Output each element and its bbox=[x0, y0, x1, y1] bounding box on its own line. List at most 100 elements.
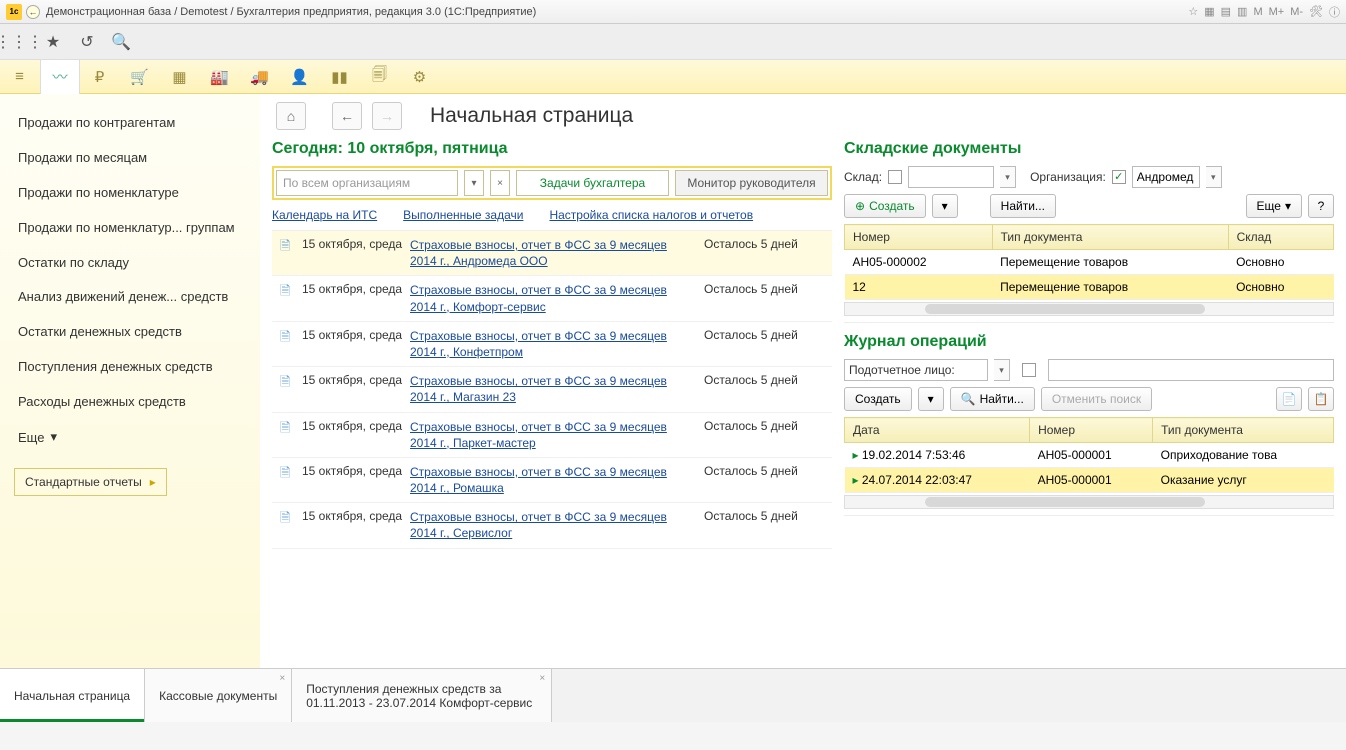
task-row[interactable]: 🗎15 октября, средаСтраховые взносы, отче… bbox=[272, 231, 832, 276]
section-docs-icon[interactable]: 🗐 bbox=[360, 60, 400, 94]
task-date: 15 октября, среда bbox=[302, 237, 410, 269]
org-clear-button[interactable]: × bbox=[490, 170, 510, 196]
journal-cancel-search-button[interactable]: Отменить поиск bbox=[1041, 387, 1152, 411]
task-link[interactable]: Страховые взносы, отчет в ФСС за 9 месяц… bbox=[410, 282, 704, 314]
tool-icon-1[interactable]: ▦ bbox=[1204, 5, 1214, 18]
sidebar-item-0[interactable]: Продажи по контрагентам bbox=[14, 106, 246, 141]
journal-create-dd[interactable]: ▾ bbox=[918, 387, 944, 411]
org-select[interactable]: По всем организациям bbox=[276, 170, 458, 196]
section-person-icon[interactable]: 👤 bbox=[280, 60, 320, 94]
warehouse-dd-icon[interactable]: ▾ bbox=[1000, 166, 1016, 188]
task-row[interactable]: 🗎15 октября, средаСтраховые взносы, отче… bbox=[272, 503, 832, 548]
section-gear-icon[interactable]: ⚙ bbox=[400, 60, 440, 94]
link-completed-tasks[interactable]: Выполненные задачи bbox=[403, 208, 523, 222]
memory-m[interactable]: M bbox=[1253, 6, 1262, 18]
sidebar-item-6[interactable]: Остатки денежных средств bbox=[14, 315, 246, 350]
warehouse-input[interactable] bbox=[908, 166, 994, 188]
task-link[interactable]: Страховые взносы, отчет в ФСС за 9 месяц… bbox=[410, 419, 704, 451]
favorite-star-icon[interactable]: ★ bbox=[44, 33, 62, 51]
table-row[interactable]: АН05-000002Перемещение товаровОсновно bbox=[845, 250, 1334, 275]
col-doctype[interactable]: Тип документа bbox=[992, 225, 1228, 250]
sidebar-item-5[interactable]: Анализ движений денеж... средств bbox=[14, 280, 246, 315]
sidebar-more[interactable]: Еще▾ bbox=[14, 420, 246, 454]
table-row[interactable]: ▸ 19.02.2014 7:53:46АН05-000001Оприходов… bbox=[845, 443, 1334, 468]
task-link[interactable]: Страховые взносы, отчет в ФСС за 9 месяц… bbox=[410, 464, 704, 496]
section-bars-icon[interactable]: ▮▮ bbox=[320, 60, 360, 94]
wrench-icon[interactable]: 🛠 bbox=[1309, 5, 1323, 18]
col-warehouse[interactable]: Склад bbox=[1228, 225, 1333, 250]
sidebar-item-3[interactable]: Продажи по номенклатур... группам bbox=[14, 211, 246, 246]
calculator-icon[interactable]: ▥ bbox=[1237, 5, 1247, 18]
warehouse-find-button[interactable]: Найти... bbox=[990, 194, 1056, 218]
table-row[interactable]: 12Перемещение товаровОсновно bbox=[845, 275, 1334, 300]
section-factory-icon[interactable]: 🏭 bbox=[200, 60, 240, 94]
section-truck-icon[interactable]: 🚚 bbox=[240, 60, 280, 94]
task-link[interactable]: Страховые взносы, отчет в ФСС за 9 месяц… bbox=[410, 509, 704, 541]
section-menu-icon[interactable]: ≡ bbox=[0, 60, 40, 94]
bottom-tab-1[interactable]: Кассовые документы× bbox=[145, 669, 292, 722]
col-jdoctype[interactable]: Тип документа bbox=[1153, 418, 1334, 443]
history-icon[interactable]: ↺ bbox=[78, 33, 96, 51]
sidebar-item-7[interactable]: Поступления денежных средств bbox=[14, 350, 246, 385]
chevron-right-icon: ▸ bbox=[150, 475, 156, 489]
search-icon[interactable]: 🔍 bbox=[112, 33, 130, 51]
warehouse-create-dd[interactable]: ▾ bbox=[932, 194, 958, 218]
link-tax-settings[interactable]: Настройка списка налогов и отчетов bbox=[549, 208, 753, 222]
warehouse-hscroll[interactable] bbox=[844, 302, 1334, 316]
warehouse-create-button[interactable]: ⊕Создать bbox=[844, 194, 926, 218]
journal-create-button[interactable]: Создать bbox=[844, 387, 912, 411]
close-icon[interactable]: × bbox=[279, 673, 285, 684]
journal-person-input[interactable] bbox=[1048, 359, 1334, 381]
standard-reports-button[interactable]: Стандартные отчеты▸ bbox=[14, 468, 167, 496]
forward-button[interactable]: → bbox=[372, 102, 402, 130]
close-icon[interactable]: × bbox=[539, 673, 545, 684]
section-grid-icon[interactable]: ▦ bbox=[160, 60, 200, 94]
warehouse-help-button[interactable]: ? bbox=[1308, 194, 1334, 218]
journal-action2-icon[interactable]: 📋 bbox=[1308, 387, 1334, 411]
star-icon[interactable]: ☆ bbox=[1188, 5, 1198, 18]
apps-grid-icon[interactable]: ⋮⋮⋮ bbox=[10, 33, 28, 51]
nav-back-icon[interactable]: ← bbox=[26, 5, 40, 19]
memory-mminus[interactable]: M- bbox=[1290, 6, 1303, 18]
section-chart-icon[interactable]: 〰 bbox=[40, 60, 80, 94]
organization-dd-icon[interactable]: ▾ bbox=[1206, 166, 1222, 188]
sidebar-item-2[interactable]: Продажи по номенклатуре bbox=[14, 176, 246, 211]
bottom-tab-0[interactable]: Начальная страница bbox=[0, 669, 145, 722]
journal-person-checkbox[interactable] bbox=[1022, 363, 1036, 377]
warehouse-more-button[interactable]: Еще ▾ bbox=[1246, 194, 1302, 218]
back-button[interactable]: ← bbox=[332, 102, 362, 130]
calendar-icon[interactable]: ▤ bbox=[1221, 5, 1231, 18]
task-row[interactable]: 🗎15 октября, средаСтраховые взносы, отче… bbox=[272, 458, 832, 503]
link-calendar-its[interactable]: Календарь на ИТС bbox=[272, 208, 377, 222]
tab-accountant-tasks[interactable]: Задачи бухгалтера bbox=[516, 170, 669, 196]
warehouse-checkbox[interactable] bbox=[888, 170, 902, 184]
home-button[interactable]: ⌂ bbox=[276, 102, 306, 130]
task-link[interactable]: Страховые взносы, отчет в ФСС за 9 месяц… bbox=[410, 373, 704, 405]
task-row[interactable]: 🗎15 октября, средаСтраховые взносы, отче… bbox=[272, 367, 832, 412]
journal-person-dd[interactable]: ▾ bbox=[994, 359, 1010, 381]
col-date[interactable]: Дата bbox=[845, 418, 1030, 443]
sidebar-item-4[interactable]: Остатки по складу bbox=[14, 246, 246, 281]
journal-action1-icon[interactable]: 📄 bbox=[1276, 387, 1302, 411]
table-row[interactable]: ▸ 24.07.2014 22:03:47АН05-000001Оказание… bbox=[845, 468, 1334, 493]
journal-find-button[interactable]: 🔍Найти... bbox=[950, 387, 1035, 411]
sidebar-item-8[interactable]: Расходы денежных средств bbox=[14, 385, 246, 420]
task-link[interactable]: Страховые взносы, отчет в ФСС за 9 месяц… bbox=[410, 237, 704, 269]
bottom-tab-2[interactable]: Поступления денежных средств за 01.11.20… bbox=[292, 669, 552, 722]
memory-mplus[interactable]: M+ bbox=[1269, 6, 1285, 18]
section-money-icon[interactable]: ₽ bbox=[80, 60, 120, 94]
org-dropdown-icon[interactable]: ▾ bbox=[464, 170, 484, 196]
task-link[interactable]: Страховые взносы, отчет в ФСС за 9 месяц… bbox=[410, 328, 704, 360]
journal-hscroll[interactable] bbox=[844, 495, 1334, 509]
task-row[interactable]: 🗎15 октября, средаСтраховые взносы, отче… bbox=[272, 322, 832, 367]
section-cart-icon[interactable]: 🛒 bbox=[120, 60, 160, 94]
task-row[interactable]: 🗎15 октября, средаСтраховые взносы, отче… bbox=[272, 413, 832, 458]
col-jnumber[interactable]: Номер bbox=[1030, 418, 1153, 443]
info-icon[interactable]: ⓘ bbox=[1329, 4, 1340, 20]
organization-checkbox[interactable] bbox=[1112, 170, 1126, 184]
col-number[interactable]: Номер bbox=[845, 225, 993, 250]
tab-manager-monitor[interactable]: Монитор руководителя bbox=[675, 170, 828, 196]
sidebar-item-1[interactable]: Продажи по месяцам bbox=[14, 141, 246, 176]
organization-input[interactable] bbox=[1132, 166, 1200, 188]
task-row[interactable]: 🗎15 октября, средаСтраховые взносы, отче… bbox=[272, 276, 832, 321]
